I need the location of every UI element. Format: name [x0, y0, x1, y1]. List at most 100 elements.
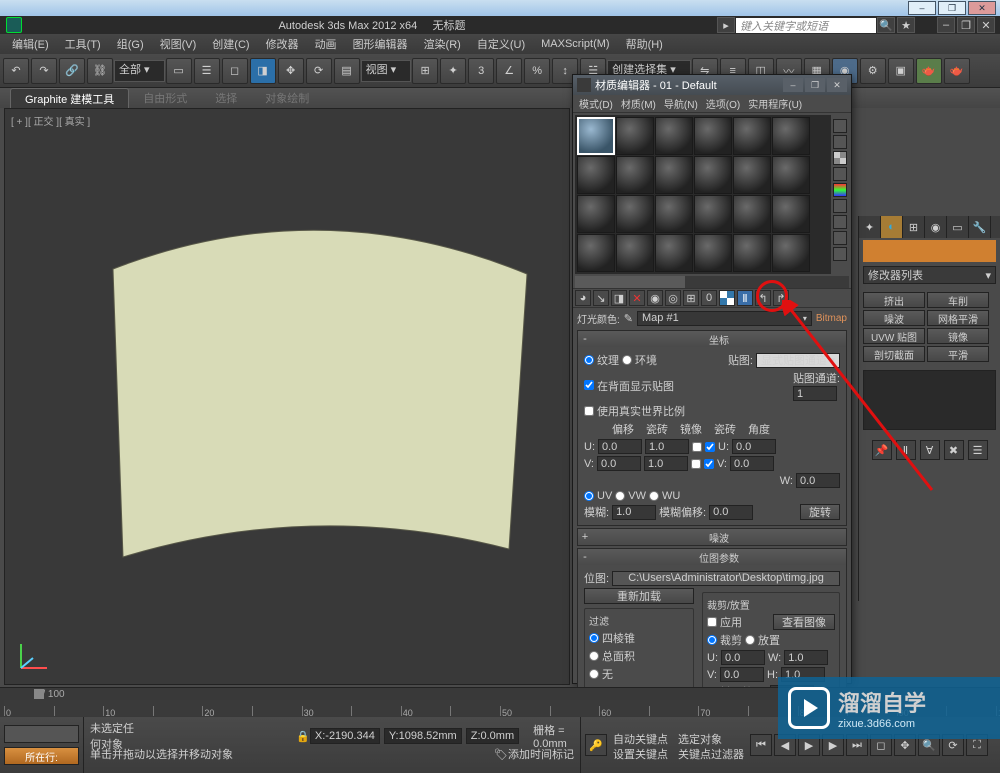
reload-button[interactable]: 重新加载: [584, 588, 694, 604]
motion-tab-icon[interactable]: ◉: [925, 216, 947, 238]
uv-radio[interactable]: [584, 491, 594, 501]
scene-plane-object[interactable]: [105, 199, 535, 559]
undo-button[interactable]: ↶: [3, 58, 29, 84]
remove-mod-icon[interactable]: ✖: [944, 440, 964, 460]
help-search-input[interactable]: 键入关键字或短语: [736, 18, 876, 33]
modify-tab-icon[interactable]: ◐: [881, 216, 903, 238]
crop-radio[interactable]: [707, 635, 717, 645]
window-maximize-button[interactable]: ❐: [938, 1, 966, 15]
material-slot[interactable]: [577, 195, 615, 233]
material-slot[interactable]: [616, 234, 654, 272]
window-crossing-button[interactable]: ◨: [250, 58, 276, 84]
display-tab-icon[interactable]: ▭: [947, 216, 969, 238]
me-maximize-button[interactable]: ❐: [805, 78, 825, 92]
title-search-arrow-icon[interactable]: ▸: [717, 17, 735, 33]
material-slot[interactable]: [772, 156, 810, 194]
rollout-bitmap-header[interactable]: -位图参数: [578, 549, 846, 565]
menu-maxscript[interactable]: MAXScript(M): [533, 36, 617, 52]
show-end-icon[interactable]: Ⅱ: [896, 440, 916, 460]
material-slot[interactable]: [772, 117, 810, 155]
v-tile-checkbox[interactable]: [704, 459, 714, 469]
app-restore-button[interactable]: ❐: [957, 17, 975, 33]
material-slot-1[interactable]: [577, 117, 615, 155]
show-on-back-checkbox[interactable]: [584, 380, 594, 390]
ortho-viewport[interactable]: [ + ][ 正交 ][ 真实 ]: [4, 108, 570, 685]
menu-customize[interactable]: 自定义(U): [469, 34, 533, 54]
crop-v-spinner[interactable]: 0.0: [720, 667, 764, 682]
render-setup-button[interactable]: ⚙: [860, 58, 886, 84]
mod-slice[interactable]: 剖切截面: [863, 346, 925, 362]
material-slot[interactable]: [733, 117, 771, 155]
backlight-icon[interactable]: [833, 135, 847, 149]
bitmap-path-button[interactable]: C:\Users\Administrator\Desktop\timg.jpg: [612, 571, 840, 586]
u-offset-spinner[interactable]: 0.0: [598, 439, 642, 454]
wu-radio[interactable]: [649, 491, 659, 501]
options-icon[interactable]: [833, 215, 847, 229]
sample-uv-icon[interactable]: [833, 167, 847, 181]
percent-snap-button[interactable]: %: [524, 58, 550, 84]
texture-radio[interactable]: [584, 355, 594, 365]
material-slot[interactable]: [616, 156, 654, 194]
put-to-lib-icon[interactable]: ⊞: [683, 290, 699, 306]
mod-meshsmooth[interactable]: 网格平滑: [927, 310, 989, 326]
unique-icon[interactable]: ∀: [920, 440, 940, 460]
select-rectangle-button[interactable]: ◻: [222, 58, 248, 84]
use-center-button[interactable]: ⊞: [412, 58, 438, 84]
menu-rendering[interactable]: 渲染(R): [416, 34, 469, 54]
crop-w-spinner[interactable]: 1.0: [784, 650, 828, 665]
select-by-name-button[interactable]: ☰: [194, 58, 220, 84]
material-slot[interactable]: [694, 117, 732, 155]
pick-icon[interactable]: ✎: [624, 312, 633, 325]
app-logo-icon[interactable]: [6, 17, 22, 33]
mod-lathe[interactable]: 车削: [927, 292, 989, 308]
goto-line-button[interactable]: 所在行:: [4, 747, 79, 765]
pin-stack-icon[interactable]: 📌: [872, 440, 892, 460]
mat-id-icon[interactable]: 0: [701, 290, 717, 306]
select-and-scale-button[interactable]: ▤: [334, 58, 360, 84]
app-minimize-button[interactable]: –: [937, 17, 955, 33]
mod-smooth[interactable]: 平滑: [927, 346, 989, 362]
material-slot[interactable]: [616, 195, 654, 233]
u-angle-spinner[interactable]: 0.0: [732, 439, 776, 454]
filter-pyramid-radio[interactable]: [589, 633, 599, 643]
rotate-button[interactable]: 旋转: [800, 504, 840, 520]
material-slot-scrollbar[interactable]: [575, 276, 849, 288]
hierarchy-tab-icon[interactable]: ⊞: [903, 216, 925, 238]
key-mode-icon[interactable]: 🔑: [585, 734, 607, 756]
map-channel-spinner[interactable]: 1: [793, 386, 837, 401]
show-map-viewport-icon[interactable]: [719, 290, 735, 306]
rollout-noise-header[interactable]: +噪波: [578, 529, 846, 545]
menu-create[interactable]: 创建(C): [204, 34, 257, 54]
ref-coord-dropdown[interactable]: 视图 ▾: [361, 60, 412, 82]
material-slot[interactable]: [694, 195, 732, 233]
material-slot[interactable]: [694, 234, 732, 272]
add-time-tag-label[interactable]: 添加时间标记: [508, 746, 574, 762]
me-minimize-button[interactable]: –: [783, 78, 803, 92]
material-slot[interactable]: [733, 156, 771, 194]
me-menu-navigation[interactable]: 导航(N): [660, 96, 702, 111]
menu-views[interactable]: 视图(V): [152, 34, 205, 54]
rollout-coordinates-header[interactable]: -坐标: [578, 331, 846, 347]
material-slot[interactable]: [772, 234, 810, 272]
crop-u-spinner[interactable]: 0.0: [721, 650, 765, 665]
ribbon-tab-graphite[interactable]: Graphite 建模工具: [10, 88, 129, 109]
blur-spinner[interactable]: 1.0: [612, 505, 656, 520]
material-name-input[interactable]: Map #1▾: [637, 311, 812, 326]
v-mirror-checkbox[interactable]: [691, 459, 701, 469]
mod-mirror[interactable]: 镜像: [927, 328, 989, 344]
material-slot[interactable]: [577, 156, 615, 194]
redo-button[interactable]: ↷: [31, 58, 57, 84]
me-menu-material[interactable]: 材质(M): [617, 96, 660, 111]
ribbon-tab-selection[interactable]: 选择: [201, 88, 251, 108]
vw-radio[interactable]: [615, 491, 625, 501]
lock-icon[interactable]: 🔒: [296, 730, 310, 743]
menu-animation[interactable]: 动画: [307, 34, 345, 54]
v-offset-spinner[interactable]: 0.0: [597, 456, 641, 471]
reset-map-icon[interactable]: ✕: [629, 290, 645, 306]
angle-snap-button[interactable]: ∠: [496, 58, 522, 84]
key-filter-button[interactable]: 关键点过滤器: [674, 746, 748, 760]
make-preview-icon[interactable]: [833, 199, 847, 213]
render-production-button[interactable]: 🫖: [916, 58, 942, 84]
mod-uvw[interactable]: UVW 贴图: [863, 328, 925, 344]
menu-group[interactable]: 组(G): [109, 34, 152, 54]
